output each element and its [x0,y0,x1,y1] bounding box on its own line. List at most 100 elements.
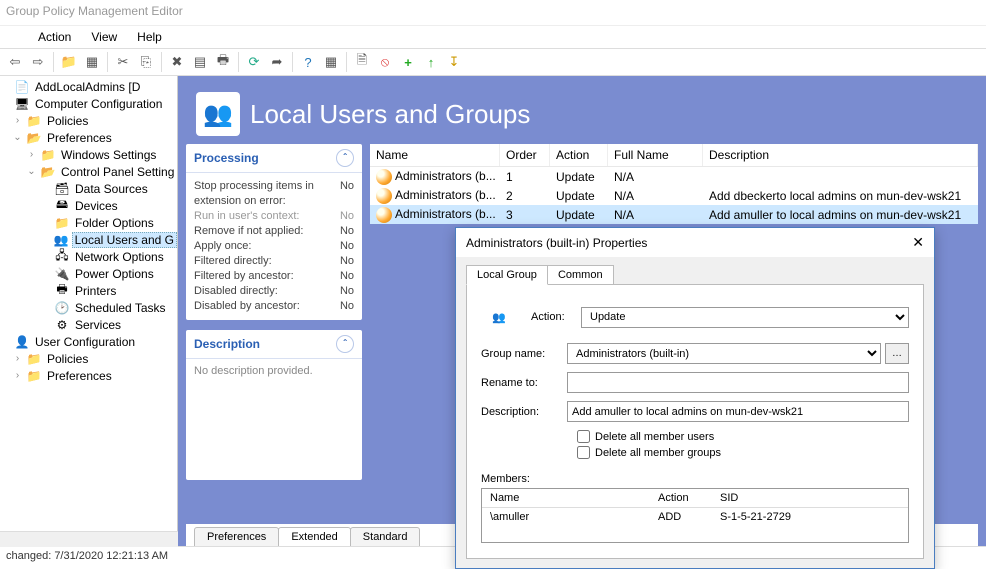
forward-icon[interactable]: ⇨ [27,51,49,73]
tab-extended[interactable]: Extended [278,527,350,546]
list-row[interactable]: Administrators (b... 2UpdateN/AAdd dbeck… [370,186,978,205]
properties-icon[interactable]: ▤ [189,51,211,73]
add-icon[interactable]: + [397,51,419,73]
description-input[interactable] [567,401,909,422]
list-icon[interactable]: ▦ [320,51,342,73]
tree-services[interactable]: ⚙Services [0,316,177,333]
col-description[interactable]: Description [703,144,978,166]
members-col-sid[interactable]: SID [712,489,908,507]
tree-power-options[interactable]: 🔌Power Options [0,265,177,282]
move-down-icon[interactable]: ↧ [443,51,465,73]
move-up-icon[interactable]: ↑ [420,51,442,73]
print-icon[interactable]: 🖶 [212,51,234,73]
proc-row-value: No [340,299,354,314]
tab-preferences[interactable]: Preferences [194,527,279,546]
list-header: Name Order Action Full Name Description [370,144,978,167]
proc-row-value: No [340,239,354,254]
tree-preferences[interactable]: ⌄📂Preferences [0,129,177,146]
col-fullname[interactable]: Full Name [608,144,703,166]
menubar: Action View Help [0,26,986,48]
tree-network-options[interactable]: 🖧Network Options [0,248,177,265]
rename-input[interactable] [567,372,909,393]
members-row[interactable]: \amuller ADD S-1-5-21-2729 [482,508,908,526]
copy-icon[interactable]: ⎘ [135,51,157,73]
tree-root[interactable]: 📄AddLocalAdmins [D [0,78,177,95]
close-icon[interactable]: ✕ [912,234,924,251]
tree-printers[interactable]: 🖶Printers [0,282,177,299]
proc-row-value: No [340,284,354,299]
menu-view[interactable]: View [81,27,127,47]
members-list[interactable]: Name Action SID \amuller ADD S-1-5-21-27… [481,488,909,543]
tree-scheduled-tasks[interactable]: 🕑Scheduled Tasks [0,299,177,316]
dialog-title: Administrators (built-in) Properties [466,236,647,250]
proc-row-label: Stop processing items in extension on er… [194,179,340,209]
tree-folder-options[interactable]: 📁Folder Options [0,214,177,231]
tab-common[interactable]: Common [547,265,614,285]
properties-dialog: Administrators (built-in) Properties ✕ L… [455,227,935,569]
proc-row-label: Filtered by ancestor: [194,269,340,284]
delete-users-label: Delete all member users [595,431,714,443]
tree-devices[interactable]: 🖴Devices [0,197,177,214]
description-panel: Description ˆ No description provided. [186,330,362,480]
group-icon [376,207,392,223]
tree-scrollbar[interactable] [0,531,178,546]
col-action[interactable]: Action [550,144,608,166]
proc-row-label: Apply once: [194,239,340,254]
tab-local-group[interactable]: Local Group [466,265,548,285]
up-folder-icon[interactable]: 📁 [58,51,80,73]
proc-row-value: No [340,209,354,224]
tab-standard[interactable]: Standard [350,527,421,546]
tree-policies[interactable]: ›📁Policies [0,112,177,129]
proc-row-label: Remove if not applied: [194,224,340,239]
proc-row-value: No [340,224,354,239]
export-icon[interactable]: ➦ [266,51,288,73]
page-title: Local Users and Groups [250,99,530,130]
list-area: Name Order Action Full Name Description … [370,144,978,224]
processing-title: Processing [194,151,259,165]
menu-file[interactable] [8,34,28,40]
cut-icon[interactable]: ✂ [112,51,134,73]
tree-local-users-groups[interactable]: 👥Local Users and G [0,231,177,248]
proc-row-label: Disabled by ancestor: [194,299,340,314]
description-body: No description provided. [186,359,362,383]
tree-user-policies[interactable]: ›📁Policies [0,350,177,367]
members-col-name[interactable]: Name [482,489,650,507]
proc-row-label: Run in user's context: [194,209,340,224]
rename-label: Rename to: [481,377,567,389]
tree-user-config[interactable]: 👤User Configuration [0,333,177,350]
tree-user-preferences[interactable]: ›📁Preferences [0,367,177,384]
list-row[interactable]: Administrators (b... 3UpdateN/AAdd amull… [370,205,978,224]
collapse-icon[interactable]: ˆ [336,335,354,353]
delete-groups-label: Delete all member groups [595,447,721,459]
tree-computer-config[interactable]: 🖥Computer Configuration [0,95,177,112]
delete-groups-checkbox[interactable] [577,446,590,459]
page-icon[interactable]: 🗎 [351,51,373,73]
browse-button[interactable]: … [885,343,909,364]
help-icon[interactable]: ? [297,51,319,73]
back-icon[interactable]: ⇦ [4,51,26,73]
refresh-icon[interactable]: ⟳ [243,51,265,73]
members-col-action[interactable]: Action [650,489,712,507]
col-name[interactable]: Name [370,144,500,166]
tree-windows-settings[interactable]: ›📁Windows Settings [0,146,177,163]
proc-row-value: No [340,254,354,269]
menu-action[interactable]: Action [28,27,81,47]
group-icon [376,188,392,204]
col-order[interactable]: Order [500,144,550,166]
stop-icon[interactable]: ⦸ [374,51,396,73]
action-select[interactable]: Update [581,307,909,328]
groupname-select[interactable]: Administrators (built-in) [567,343,881,364]
collapse-icon[interactable]: ˆ [336,149,354,167]
proc-row-value: No [340,179,354,209]
delete-users-checkbox[interactable] [577,430,590,443]
menu-help[interactable]: Help [127,27,172,47]
tree-data-sources[interactable]: 🗃Data Sources [0,180,177,197]
description-title: Description [194,337,260,351]
toolbar: ⇦ ⇨ 📁 ▦ ✂ ⎘ ✖ ▤ 🖶 ⟳ ➦ ? ▦ 🗎 ⦸ + ↑ ↧ [0,48,986,76]
proc-row-value: No [340,269,354,284]
list-row[interactable]: Administrators (b... 1UpdateN/A [370,167,978,186]
delete-icon[interactable]: ✖ [166,51,188,73]
group-icon [376,169,392,185]
show-hide-icon[interactable]: ▦ [81,51,103,73]
tree-control-panel[interactable]: ⌄📂Control Panel Setting [0,163,177,180]
